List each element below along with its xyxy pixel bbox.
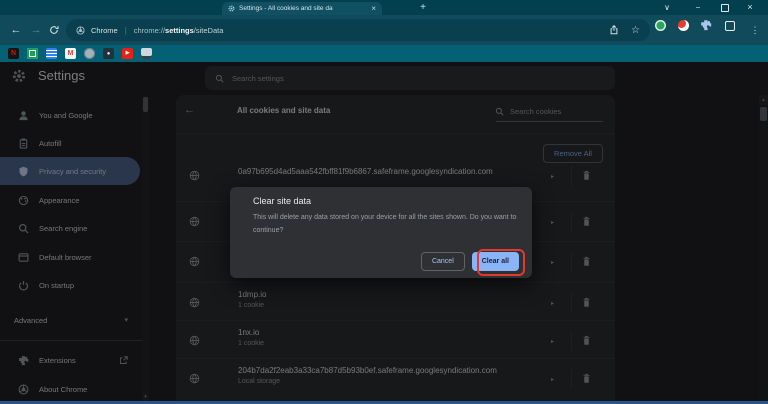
tab-title: Settings - All cookies and site da bbox=[239, 5, 333, 12]
engine-label: Chrome bbox=[91, 25, 118, 35]
extension-green-icon[interactable] bbox=[655, 20, 666, 31]
share-icon[interactable] bbox=[609, 25, 619, 35]
bookmark-profile-icon[interactable]: ● bbox=[103, 48, 114, 59]
bookmark-youtube-icon[interactable]: ▶ bbox=[122, 48, 133, 59]
browser-tab[interactable]: Settings - All cookies and site da × bbox=[222, 2, 382, 15]
browser-menu-icon[interactable]: ⋮ bbox=[748, 15, 762, 45]
dialog-body-text: This will delete any data stored on your… bbox=[253, 214, 517, 234]
bookmark-google-sheets-icon[interactable] bbox=[27, 48, 38, 59]
window-maximize-button[interactable] bbox=[721, 4, 729, 12]
url-separator: | bbox=[124, 25, 127, 35]
url-text: chrome://settings/siteData bbox=[133, 25, 224, 35]
reload-button[interactable] bbox=[49, 25, 59, 35]
cancel-button[interactable]: Cancel bbox=[420, 252, 465, 271]
extension-red-icon[interactable] bbox=[678, 20, 689, 31]
back-button[interactable]: ← bbox=[8, 15, 24, 45]
new-tab-button[interactable]: + bbox=[416, 0, 430, 15]
tab-favicon-gear-icon bbox=[228, 5, 235, 12]
bookmark-globe-icon[interactable] bbox=[84, 48, 95, 59]
tab-close-icon[interactable]: × bbox=[371, 4, 376, 13]
chrome-logo-icon bbox=[76, 25, 85, 35]
bookmark-star-icon[interactable]: ☆ bbox=[631, 25, 640, 36]
bookmark-remote-desktop-icon[interactable] bbox=[141, 48, 152, 59]
side-panel-icon[interactable] bbox=[725, 21, 735, 31]
bookmark-notes-icon[interactable] bbox=[46, 48, 57, 59]
window-minimize-button[interactable]: − bbox=[691, 0, 705, 15]
bookmark-gmail-icon[interactable]: M bbox=[65, 48, 76, 59]
dialog-title: Clear site data bbox=[253, 196, 312, 206]
address-bar[interactable]: Chrome | chrome://settings/siteData ☆ bbox=[66, 19, 650, 41]
title-bar bbox=[0, 0, 768, 15]
extensions-puzzle-icon[interactable] bbox=[700, 19, 712, 31]
bookmark-netflix-icon[interactable]: N bbox=[8, 48, 19, 59]
click-target-annotation bbox=[477, 249, 525, 276]
window-menu-chevron-icon[interactable]: ∨ bbox=[660, 0, 674, 15]
forward-button[interactable]: → bbox=[28, 15, 44, 45]
bookmarks-bar: N M ● ▶ bbox=[0, 45, 768, 62]
window-close-button[interactable]: × bbox=[743, 0, 757, 15]
